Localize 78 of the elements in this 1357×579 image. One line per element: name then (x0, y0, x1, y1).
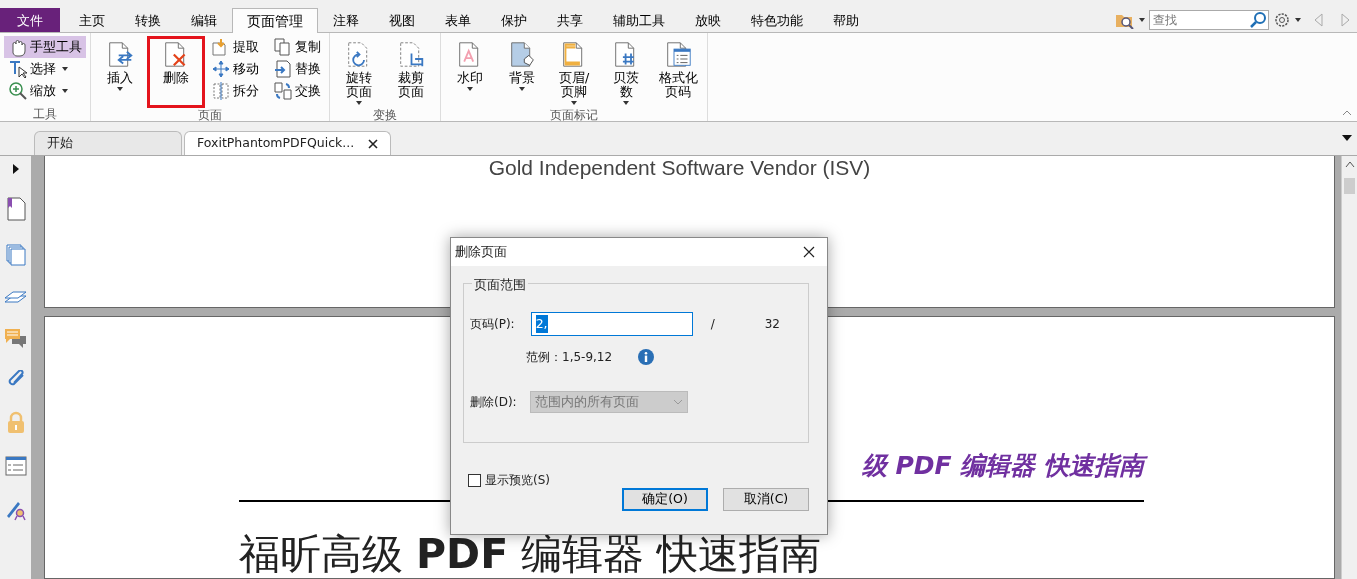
menu-tab[interactable]: 编辑 (176, 8, 232, 32)
swap-icon (273, 81, 293, 101)
text-cursor-icon (8, 59, 28, 79)
ribbon-button[interactable]: 缩放 (4, 80, 86, 102)
menu-tab[interactable]: 帮助 (818, 8, 874, 32)
ribbon-button[interactable]: 水印 (445, 36, 495, 108)
example-text: 范例：1,5-9,12 (526, 349, 613, 366)
scroll-up-icon[interactable] (1344, 160, 1355, 168)
page-text: Gold Independent Software Vendor (ISV) (488, 156, 871, 180)
ribbon-button[interactable]: 页眉/页脚 (549, 36, 599, 108)
split-icon (211, 81, 231, 101)
insert-page-icon (106, 41, 134, 68)
copy-icon (273, 37, 293, 57)
numbered-list-icon (664, 41, 692, 68)
caret-icon (1295, 17, 1301, 22)
field-label: 页码(P): (470, 316, 515, 333)
field-label: 删除(D): (470, 394, 517, 411)
dialog-button[interactable]: 取消(C) (723, 488, 809, 511)
ribbon-button[interactable]: 裁剪页面 (386, 36, 436, 108)
ribbon-button[interactable]: 格式化页码 (653, 36, 703, 108)
ribbon-button[interactable]: 手型工具 (4, 36, 86, 58)
ribbon-button[interactable]: 替换 (269, 58, 325, 80)
menu-tab[interactable]: 放映 (680, 8, 736, 32)
separator-text: / (710, 316, 715, 333)
move-icon (211, 59, 231, 79)
scroll-thumb[interactable] (1344, 178, 1355, 194)
menu-tab[interactable]: 转换 (120, 8, 176, 32)
group-label: 变换 (372, 108, 398, 122)
page-range-field[interactable]: 2, (530, 312, 693, 336)
pages-icon[interactable] (4, 243, 27, 267)
settings-button[interactable] (1273, 10, 1301, 29)
dialog-button[interactable]: 确定(O) (622, 488, 708, 511)
menu-tab[interactable]: 文件 (0, 8, 60, 32)
search-icon (1249, 10, 1267, 29)
menu-tab[interactable]: 主页 (64, 8, 120, 32)
ribbon-button[interactable]: 删除 (147, 36, 205, 108)
crop-page-icon (397, 41, 425, 68)
bookmark-icon[interactable] (4, 196, 27, 222)
search-field[interactable]: 查找 (1149, 9, 1269, 30)
tab-list-icon[interactable] (1341, 134, 1353, 142)
menu-tab[interactable]: 辅助工具 (598, 8, 680, 32)
group-label: 工具 (32, 107, 58, 121)
ribbon-button[interactable]: 选择 (4, 58, 86, 80)
replace-icon (273, 59, 293, 79)
page-heading: 福昕高级 PDF 编辑器 快速指南 (239, 530, 823, 578)
layers-icon[interactable] (4, 288, 27, 306)
menu-tab[interactable]: 表单 (430, 8, 486, 32)
group-label: 页面标记 (549, 108, 599, 122)
ribbon-button[interactable]: 交换 (269, 80, 325, 102)
ribbon-button[interactable]: 移动 (207, 58, 263, 80)
ribbon-button[interactable]: 拆分 (207, 80, 263, 102)
menu-tab[interactable]: 特色功能 (736, 8, 818, 32)
preview-checkbox[interactable]: 显示预览(S) (468, 471, 550, 489)
caret-icon (672, 399, 683, 405)
dialog-title: 删除页面 (455, 242, 507, 261)
menu-tab[interactable]: 页面管理 (232, 8, 318, 33)
ribbon-button[interactable]: 提取 (207, 36, 263, 58)
ribbon-button[interactable]: 插入 (95, 36, 145, 108)
menu-tab[interactable]: 保护 (486, 8, 542, 32)
form-icon[interactable] (4, 455, 27, 477)
page-count: 32 (764, 316, 780, 333)
comments-icon[interactable] (4, 327, 27, 349)
zoom-in-icon (8, 81, 28, 101)
menu-tab[interactable]: 共享 (542, 8, 598, 32)
background-icon (508, 41, 536, 68)
document-tab[interactable]: 开始 (34, 131, 182, 155)
document-tab[interactable]: FoxitPhantomPDFQuick... (184, 131, 392, 155)
ribbon-button[interactable]: 贝茨数 (601, 36, 651, 108)
caret-icon (1139, 17, 1145, 22)
menu-tab[interactable]: 视图 (374, 8, 430, 32)
menu-tab[interactable]: 注释 (318, 8, 374, 32)
ribbon-button[interactable]: 旋转页面 (334, 36, 384, 108)
group-label: 页面 (197, 108, 223, 122)
close-icon (803, 246, 815, 258)
ribbon-button[interactable]: 背景 (497, 36, 547, 108)
gear-icon (1273, 10, 1291, 29)
info-icon (638, 349, 655, 365)
ribbon-button[interactable]: 复制 (269, 36, 325, 58)
